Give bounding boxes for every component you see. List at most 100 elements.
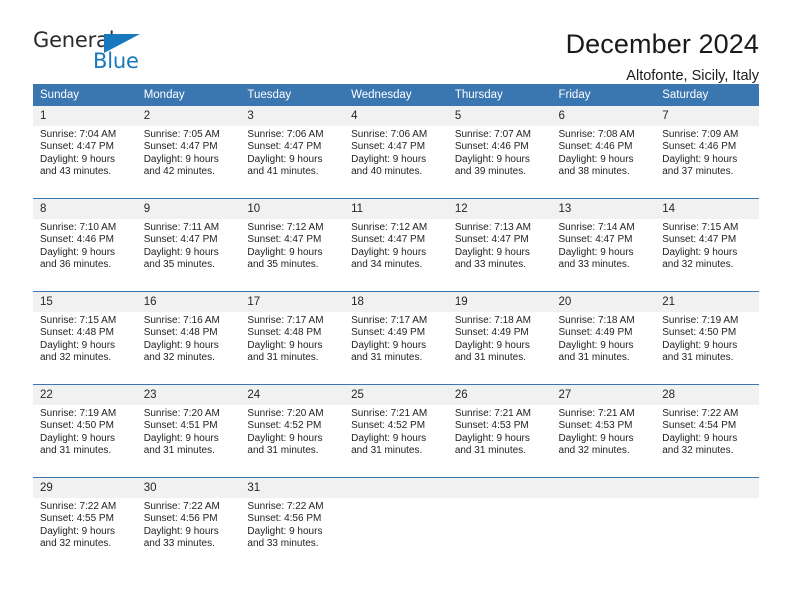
day-cell-22[interactable]: 22 [33, 384, 137, 405]
sunset-text: Sunset: 4:46 PM [662, 141, 737, 153]
week-4-daynum-row: 22 23 24 25 26 27 28 [33, 384, 759, 405]
daylight-text-line1: Daylight: 9 hours [247, 525, 323, 537]
day-info-1: Sunrise: 7:04 AM Sunset: 4:47 PM Dayligh… [33, 126, 137, 189]
day-cell-30[interactable]: 30 [136, 477, 241, 498]
day-info-15: Sunrise: 7:15 AM Sunset: 4:48 PM Dayligh… [33, 312, 137, 375]
day-info-28: Sunrise: 7:22 AM Sunset: 4:54 PM Dayligh… [655, 405, 759, 468]
week-4-info-row: Sunrise: 7:19 AM Sunset: 4:50 PM Dayligh… [33, 405, 759, 468]
day-cell-16[interactable]: 16 [136, 291, 241, 312]
daylight-text-line2: and 38 minutes. [558, 166, 630, 178]
day-cell-11[interactable]: 11 [344, 198, 448, 219]
day-cell-6[interactable]: 6 [551, 106, 656, 126]
day-cell-19[interactable]: 19 [447, 291, 552, 312]
day-cell-21[interactable]: 21 [655, 291, 759, 312]
daylight-text-line1: Daylight: 9 hours [662, 153, 738, 165]
sunset-text: Sunset: 4:56 PM [143, 513, 218, 525]
sunrise-text: Sunrise: 7:20 AM [247, 408, 324, 419]
daylight-text-line1: Daylight: 9 hours [351, 153, 427, 165]
sunrise-text: Sunrise: 7:10 AM [40, 222, 117, 233]
day-cell-8[interactable]: 8 [33, 198, 137, 219]
sunrise-text: Sunrise: 7:12 AM [247, 222, 324, 233]
day-cell-5[interactable]: 5 [447, 106, 552, 126]
day-info-23: Sunrise: 7:20 AM Sunset: 4:51 PM Dayligh… [136, 405, 241, 468]
daylight-text-line1: Daylight: 9 hours [143, 153, 219, 165]
daylight-text-line1: Daylight: 9 hours [454, 339, 530, 351]
day-cell-15[interactable]: 15 [33, 291, 137, 312]
sunrise-text: Sunrise: 7:14 AM [558, 222, 635, 233]
sunset-text: Sunset: 4:49 PM [558, 327, 633, 339]
day-info-2: Sunrise: 7:05 AM Sunset: 4:47 PM Dayligh… [136, 126, 241, 189]
day-cell-29[interactable]: 29 [33, 477, 137, 498]
sunrise-text: Sunrise: 7:21 AM [558, 408, 635, 419]
sunset-text: Sunset: 4:46 PM [558, 141, 633, 153]
day-info-21: Sunrise: 7:19 AM Sunset: 4:50 PM Dayligh… [655, 312, 759, 375]
day-cell-1[interactable]: 1 [33, 106, 137, 126]
daylight-text-line2: and 31 minutes. [662, 352, 734, 364]
day-cell-empty-2 [447, 477, 552, 498]
daylight-text-line2: and 42 minutes. [143, 166, 215, 178]
page-header: General Blue December 2024 Altofonte, Si… [33, 0, 759, 84]
sunset-text: Sunset: 4:47 PM [40, 141, 114, 153]
day-info-12: Sunrise: 7:13 AM Sunset: 4:47 PM Dayligh… [447, 219, 552, 282]
day-cell-18[interactable]: 18 [344, 291, 448, 312]
day-cell-28[interactable]: 28 [655, 384, 759, 405]
sunset-text: Sunset: 4:47 PM [143, 234, 218, 246]
daylight-text-line1: Daylight: 9 hours [143, 339, 219, 351]
day-cell-23[interactable]: 23 [136, 384, 241, 405]
day-cell-2[interactable]: 2 [136, 106, 241, 126]
day-info-11: Sunrise: 7:12 AM Sunset: 4:47 PM Dayligh… [344, 219, 448, 282]
sunset-text: Sunset: 4:48 PM [247, 327, 322, 339]
day-cell-12[interactable]: 12 [447, 198, 552, 219]
day-info-20: Sunrise: 7:18 AM Sunset: 4:49 PM Dayligh… [551, 312, 656, 375]
day-cell-4[interactable]: 4 [344, 106, 448, 126]
day-info-16: Sunrise: 7:16 AM Sunset: 4:48 PM Dayligh… [136, 312, 241, 375]
day-info-4: Sunrise: 7:06 AM Sunset: 4:47 PM Dayligh… [344, 126, 448, 189]
day-cell-13[interactable]: 13 [551, 198, 656, 219]
week-2-info-row: Sunrise: 7:10 AM Sunset: 4:46 PM Dayligh… [33, 219, 759, 282]
sunset-text: Sunset: 4:52 PM [247, 420, 322, 432]
day-cell-17[interactable]: 17 [240, 291, 345, 312]
day-info-27: Sunrise: 7:21 AM Sunset: 4:53 PM Dayligh… [551, 405, 656, 468]
daylight-text-line1: Daylight: 9 hours [247, 432, 323, 444]
day-info-26: Sunrise: 7:21 AM Sunset: 4:53 PM Dayligh… [447, 405, 552, 468]
day-cell-25[interactable]: 25 [344, 384, 448, 405]
sunset-text: Sunset: 4:47 PM [143, 141, 218, 153]
daylight-text-line1: Daylight: 9 hours [143, 525, 219, 537]
day-cell-20[interactable]: 20 [551, 291, 656, 312]
sunset-text: Sunset: 4:49 PM [351, 327, 426, 339]
day-cell-9[interactable]: 9 [136, 198, 241, 219]
daylight-text-line2: and 32 minutes. [40, 352, 112, 364]
day-cell-27[interactable]: 27 [551, 384, 656, 405]
day-info-5: Sunrise: 7:07 AM Sunset: 4:46 PM Dayligh… [447, 126, 552, 189]
daylight-text-line2: and 33 minutes. [558, 259, 630, 271]
sunrise-text: Sunrise: 7:11 AM [143, 222, 220, 233]
day-cell-10[interactable]: 10 [240, 198, 345, 219]
daylight-text-line1: Daylight: 9 hours [662, 246, 738, 258]
day-info-25: Sunrise: 7:21 AM Sunset: 4:52 PM Dayligh… [344, 405, 448, 468]
daylight-text-line2: and 31 minutes. [351, 352, 423, 364]
daylight-text-line2: and 37 minutes. [662, 166, 734, 178]
day-cell-14[interactable]: 14 [655, 198, 759, 219]
daylight-text-line1: Daylight: 9 hours [454, 246, 530, 258]
sunrise-text: Sunrise: 7:15 AM [662, 222, 739, 233]
sunset-text: Sunset: 4:48 PM [143, 327, 218, 339]
day-cell-3[interactable]: 3 [240, 106, 345, 126]
daylight-text-line1: Daylight: 9 hours [662, 339, 738, 351]
day-info-8: Sunrise: 7:10 AM Sunset: 4:46 PM Dayligh… [33, 219, 137, 282]
day-cell-24[interactable]: 24 [240, 384, 345, 405]
general-blue-logo[interactable]: General Blue [33, 28, 163, 80]
day-cell-7[interactable]: 7 [655, 106, 759, 126]
weekday-header-wednesday: Wednesday [344, 84, 448, 106]
day-cell-26[interactable]: 26 [447, 384, 552, 405]
day-cell-empty-3 [551, 477, 656, 498]
day-cell-31[interactable]: 31 [240, 477, 345, 498]
sunrise-text: Sunrise: 7:15 AM [40, 315, 117, 326]
weekday-header-tuesday: Tuesday [240, 84, 345, 106]
sunset-text: Sunset: 4:52 PM [351, 420, 426, 432]
sunrise-text: Sunrise: 7:22 AM [662, 408, 739, 419]
daylight-text-line2: and 41 minutes. [247, 166, 319, 178]
sunset-text: Sunset: 4:53 PM [558, 420, 633, 432]
daylight-text-line1: Daylight: 9 hours [40, 525, 116, 537]
daylight-text-line1: Daylight: 9 hours [143, 432, 219, 444]
daylight-text-line2: and 31 minutes. [454, 352, 526, 364]
